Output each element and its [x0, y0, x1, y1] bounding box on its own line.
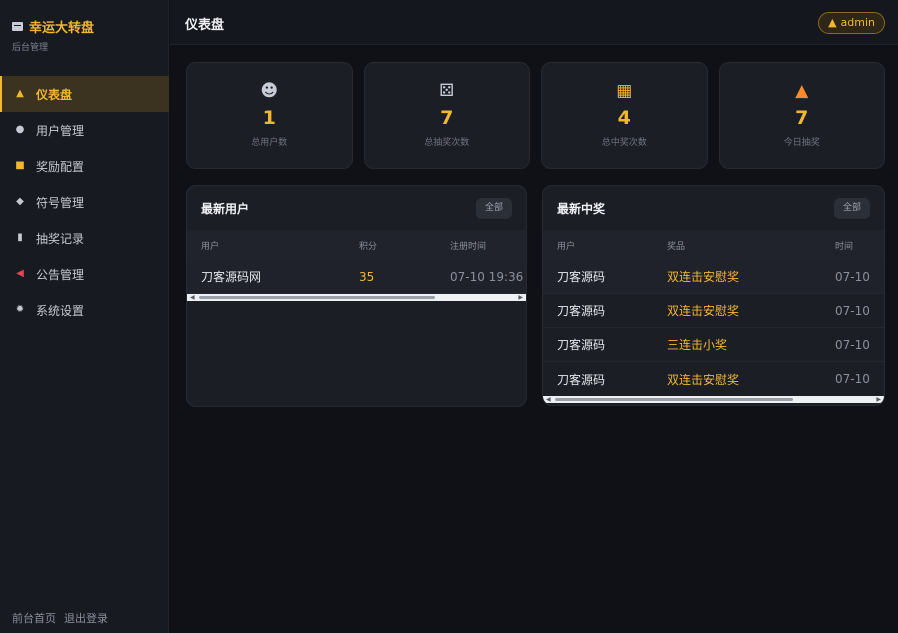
user-icon: ▲: [828, 16, 837, 29]
users-icon: ☻: [260, 81, 279, 101]
scroll-right-icon[interactable]: ▶: [518, 294, 523, 301]
column-header: 奖品: [667, 241, 686, 252]
stat-card-total-wins: ▦ 4 总中奖次数: [541, 62, 708, 169]
win-time: 07-10: [835, 372, 870, 386]
scroll-left-icon[interactable]: ◀: [190, 294, 195, 301]
win-prize: 双连击安慰奖: [667, 372, 740, 387]
column-header: 积分: [359, 241, 378, 252]
fire-icon: ▲: [795, 81, 809, 101]
column-header: 用户: [201, 241, 220, 252]
table-header: 用户 积分 注册时间: [187, 230, 526, 260]
gift-icon: ▦: [616, 81, 633, 101]
sidebar-nav: ▲ 仪表盘 ● 用户管理 ■ 奖励配置 ◆ 符号管理 ▮ 抽奖记录 ◀ 公告管理…: [0, 76, 169, 328]
horizontal-scrollbar[interactable]: ◀ ▶: [543, 396, 884, 403]
scroll-right-icon[interactable]: ▶: [876, 396, 881, 403]
view-all-users-button[interactable]: 全部: [475, 197, 512, 219]
column-header: 注册时间: [450, 241, 487, 252]
panel-header: 最新中奖 全部: [543, 186, 884, 230]
dice-icon: ◆: [16, 196, 24, 207]
monitor-icon: [12, 22, 23, 31]
sidebar-item-label: 仪表盘: [36, 87, 73, 102]
win-prize: 双连击安慰奖: [667, 304, 740, 318]
stat-card-total-draws: ⚄ 7 总抽奖次数: [363, 62, 530, 169]
table-row[interactable]: 刀客源码网 35 07-10 19:36: [187, 260, 526, 294]
stat-label: 总中奖次数: [601, 138, 647, 148]
admin-user-button[interactable]: ▲ admin: [818, 12, 885, 34]
gear-icon: ✹: [15, 304, 25, 315]
sidebar-item-users[interactable]: ● 用户管理: [0, 112, 169, 148]
scroll-left-icon[interactable]: ◀: [546, 396, 551, 403]
sidebar: 幸运大转盘 后台管理 ▲ 仪表盘 ● 用户管理 ■ 奖励配置 ◆ 符号管理 ▮ …: [0, 0, 169, 633]
recent-users-panel: 最新用户 全部 用户 积分 注册时间 刀客源码网 35 07-10 19:36 …: [186, 185, 527, 407]
sidebar-item-settings[interactable]: ✹ 系统设置: [0, 292, 169, 328]
win-user: 刀客源码: [557, 338, 606, 352]
sidebar-item-label: 抽奖记录: [36, 231, 85, 246]
topbar: 仪表盘 ▲ admin: [170, 0, 898, 45]
admin-username: admin: [840, 16, 875, 29]
sidebar-item-announcements[interactable]: ◀ 公告管理: [0, 256, 169, 292]
users-icon: ●: [15, 124, 25, 135]
win-user: 刀客源码: [557, 372, 606, 387]
brand[interactable]: 幸运大转盘: [12, 17, 94, 36]
panel-title: 最新中奖: [557, 201, 606, 216]
table-header: 用户 奖品 时间: [543, 230, 884, 260]
sidebar-footer: 前台首页 退出登录: [12, 610, 108, 626]
brand-subtitle: 后台管理: [12, 43, 49, 53]
win-user: 刀客源码: [557, 304, 606, 318]
dice-icon: ⚄: [439, 81, 455, 101]
user-name: 刀客源码网: [201, 270, 262, 284]
stat-label: 总用户数: [251, 138, 288, 148]
column-header: 时间: [835, 241, 854, 252]
win-user: 刀客源码: [557, 270, 606, 284]
clipboard-icon: ▮: [17, 232, 23, 243]
view-all-wins-button[interactable]: 全部: [833, 197, 870, 219]
panel-title: 最新用户: [201, 201, 250, 216]
stats-row: ☻ 1 总用户数 ⚄ 7 总抽奖次数 ▦ 4 总中奖次数 ▲ 7 今日抽奖: [186, 62, 885, 169]
stat-card-today-draws: ▲ 7 今日抽奖: [718, 62, 885, 169]
stat-value: 1: [262, 107, 276, 129]
stat-label: 总抽奖次数: [424, 138, 470, 148]
table-row[interactable]: 刀客源码 双连击安慰奖 07-10: [543, 362, 884, 396]
stat-label: 今日抽奖: [783, 138, 820, 148]
panel-header: 最新用户 全部: [187, 186, 526, 230]
stat-card-total-users: ☻ 1 总用户数: [186, 62, 353, 169]
megaphone-icon: ◀: [16, 268, 24, 279]
sidebar-item-records[interactable]: ▮ 抽奖记录: [0, 220, 169, 256]
page-title: 仪表盘: [185, 18, 225, 33]
recent-wins-panel: 最新中奖 全部 用户 奖品 时间 刀客源码 双连击安慰奖 07-10 刀客源码 …: [542, 185, 885, 406]
sidebar-item-label: 符号管理: [36, 195, 85, 210]
frontpage-link[interactable]: 前台首页: [12, 610, 56, 626]
sidebar-item-label: 奖励配置: [36, 159, 85, 174]
user-register-time: 07-10 19:36: [450, 269, 524, 284]
horizontal-scrollbar[interactable]: ◀ ▶: [187, 294, 526, 301]
brand-title: 幸运大转盘: [29, 21, 95, 36]
table-row[interactable]: 刀客源码 三连击小奖 07-10: [543, 328, 884, 362]
user-points: 35: [359, 269, 375, 284]
sidebar-item-label: 公告管理: [36, 267, 85, 282]
win-time: 07-10: [835, 269, 870, 284]
sidebar-item-dashboard[interactable]: ▲ 仪表盘: [0, 76, 169, 112]
win-time: 07-10: [835, 337, 870, 352]
sidebar-item-label: 用户管理: [36, 123, 85, 138]
gift-icon: ■: [15, 160, 25, 171]
logout-link[interactable]: 退出登录: [64, 610, 108, 626]
sidebar-item-rewards[interactable]: ■ 奖励配置: [0, 148, 169, 184]
stat-value: 7: [440, 107, 454, 129]
sidebar-item-label: 系统设置: [36, 303, 85, 318]
win-time: 07-10: [835, 303, 870, 318]
column-header: 用户: [557, 241, 576, 252]
stat-value: 4: [617, 107, 631, 129]
scroll-thumb[interactable]: [555, 398, 793, 401]
table-row[interactable]: 刀客源码 双连击安慰奖 07-10: [543, 260, 884, 294]
win-prize: 三连击小奖: [667, 338, 728, 352]
sidebar-item-symbols[interactable]: ◆ 符号管理: [0, 184, 169, 220]
win-prize: 双连击安慰奖: [667, 270, 740, 284]
table-row[interactable]: 刀客源码 双连击安慰奖 07-10: [543, 294, 884, 328]
home-icon: ▲: [16, 88, 24, 99]
scroll-thumb[interactable]: [199, 296, 435, 299]
stat-value: 7: [795, 107, 809, 129]
